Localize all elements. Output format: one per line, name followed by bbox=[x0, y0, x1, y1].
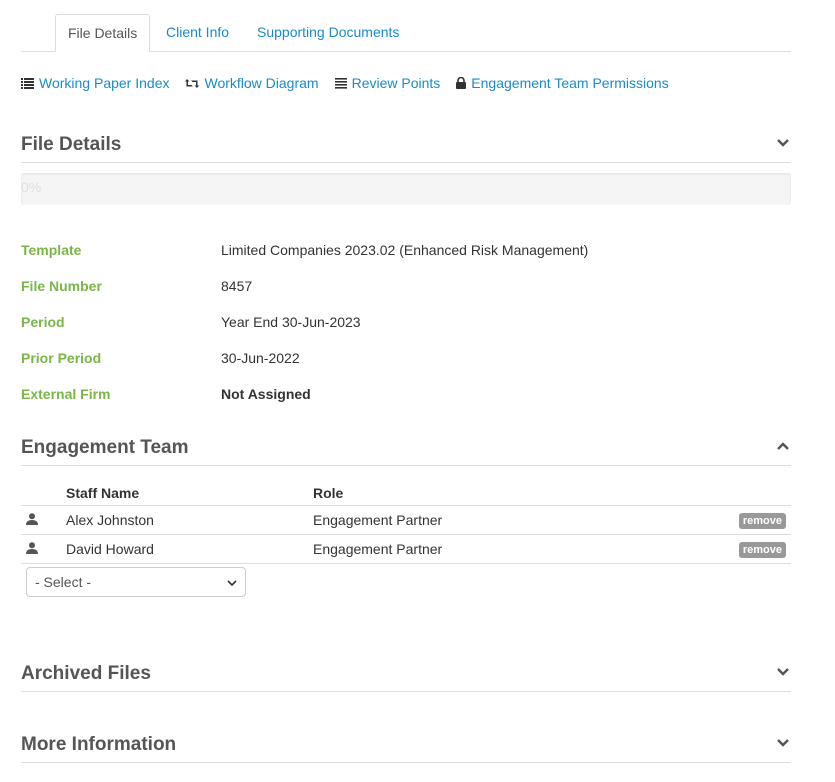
external-firm-label: External Firm bbox=[21, 386, 111, 402]
engagement-team-table: Staff Name Role Alex Johnston Engagement… bbox=[21, 481, 791, 564]
more-information-header[interactable]: More Information bbox=[21, 728, 791, 763]
detail-row-period: Period Year End 30-Jun-2023 bbox=[21, 314, 791, 350]
engagement-team-title: Engagement Team bbox=[21, 437, 189, 458]
role-cell: Engagement Partner bbox=[313, 505, 654, 535]
lock-icon bbox=[456, 77, 467, 89]
tab-client-info[interactable]: Client Info bbox=[154, 14, 241, 51]
file-number-value: 8457 bbox=[221, 278, 253, 294]
engagement-team-permissions-link[interactable]: Engagement Team Permissions bbox=[456, 74, 669, 92]
file-details-title: File Details bbox=[21, 134, 122, 155]
more-information-title: More Information bbox=[21, 734, 177, 755]
chevron-up-icon[interactable] bbox=[777, 441, 791, 455]
prior-period-value: 30-Jun-2022 bbox=[221, 350, 300, 366]
action-cell: remove bbox=[653, 505, 791, 535]
table-row: Alex Johnston Engagement Partner remove bbox=[21, 505, 791, 535]
engagement-team-header[interactable]: Engagement Team bbox=[21, 431, 791, 466]
user-icon bbox=[21, 534, 66, 564]
action-column-header bbox=[653, 481, 791, 506]
tab-supporting-documents[interactable]: Supporting Documents bbox=[245, 14, 411, 51]
template-label: Template bbox=[21, 242, 82, 258]
staff-name-column-header: Staff Name bbox=[66, 481, 313, 506]
period-value: Year End 30-Jun-2023 bbox=[221, 314, 361, 330]
tab-bar: File Details Client Info Supporting Docu… bbox=[21, 14, 791, 52]
chevron-down-icon[interactable] bbox=[777, 738, 791, 752]
prior-period-label: Prior Period bbox=[21, 350, 102, 366]
retweet-icon bbox=[185, 78, 200, 89]
review-points-link[interactable]: Review Points bbox=[334, 74, 441, 92]
page-content: File Details Client Info Supporting Docu… bbox=[21, 14, 791, 763]
align-justify-icon bbox=[334, 77, 347, 89]
engagement-team-permissions-label: Engagement Team Permissions bbox=[471, 75, 669, 91]
external-firm-value: Not Assigned bbox=[221, 386, 311, 402]
chevron-down-icon bbox=[227, 574, 237, 590]
staff-name-cell: Alex Johnston bbox=[66, 505, 313, 535]
select-value: - Select - bbox=[35, 574, 92, 590]
add-staff-select[interactable]: - Select - bbox=[26, 567, 246, 597]
chevron-down-icon[interactable] bbox=[777, 138, 791, 152]
action-cell: remove bbox=[653, 534, 791, 564]
archived-files-header[interactable]: Archived Files bbox=[21, 657, 791, 692]
workflow-diagram-label: Workflow Diagram bbox=[204, 75, 319, 91]
archived-files-title: Archived Files bbox=[21, 663, 151, 684]
file-toolbar: Working Paper Index Workflow Diagram Rev… bbox=[21, 74, 685, 92]
staff-name-cell: David Howard bbox=[66, 534, 313, 564]
working-paper-index-link[interactable]: Working Paper Index bbox=[21, 74, 169, 92]
role-column-header: Role bbox=[313, 481, 654, 506]
role-cell: Engagement Partner bbox=[313, 534, 654, 564]
chevron-down-icon[interactable] bbox=[777, 667, 791, 681]
file-number-label: File Number bbox=[21, 278, 102, 294]
table-row: David Howard Engagement Partner remove bbox=[21, 534, 791, 564]
workflow-diagram-link[interactable]: Workflow Diagram bbox=[185, 74, 319, 92]
detail-row-external-firm: External Firm Not Assigned bbox=[21, 386, 791, 422]
remove-button[interactable]: remove bbox=[738, 542, 786, 558]
detail-row-prior-period: Prior Period 30-Jun-2022 bbox=[21, 350, 791, 386]
icon-column-header bbox=[21, 481, 66, 506]
period-label: Period bbox=[21, 314, 65, 330]
file-details-list: Template Limited Companies 2023.02 (Enha… bbox=[21, 242, 791, 422]
tab-file-details[interactable]: File Details bbox=[55, 14, 151, 52]
table-header-row: Staff Name Role bbox=[21, 481, 791, 506]
progress-bar: 0% bbox=[21, 173, 791, 205]
file-details-header[interactable]: File Details bbox=[21, 128, 791, 163]
list-icon bbox=[21, 77, 34, 89]
progress-text: 0% bbox=[21, 179, 42, 195]
detail-row-template: Template Limited Companies 2023.02 (Enha… bbox=[21, 242, 791, 278]
review-points-label: Review Points bbox=[351, 75, 441, 91]
template-value: Limited Companies 2023.02 (Enhanced Risk… bbox=[221, 242, 589, 258]
detail-row-file-number: File Number 8457 bbox=[21, 278, 791, 314]
user-icon bbox=[21, 505, 66, 535]
remove-button[interactable]: remove bbox=[738, 513, 786, 529]
working-paper-index-label: Working Paper Index bbox=[39, 75, 170, 91]
